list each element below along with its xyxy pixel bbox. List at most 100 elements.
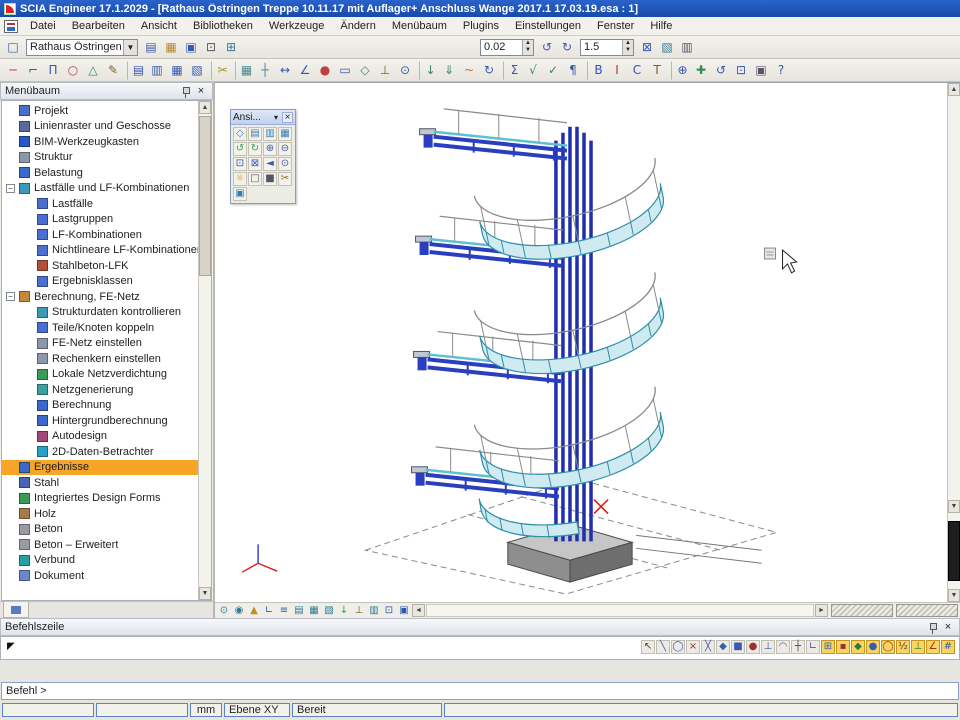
cursor-snap-icon[interactable]: ┼ xyxy=(791,640,805,654)
scroll-down-icon[interactable]: ▼ xyxy=(948,500,960,513)
command-output[interactable]: ◤ ↖╲◯×╳◆■●⊥◠┼∟⊞▪◆●◯½⊥∠# xyxy=(0,636,960,660)
line-icon[interactable]: ─ xyxy=(3,61,23,80)
profile-icon[interactable]: Π xyxy=(43,61,63,80)
check-icon[interactable]: ✓ xyxy=(543,61,563,80)
tree-item[interactable]: Holz xyxy=(2,506,198,522)
supports-display-icon[interactable]: ⊥ xyxy=(352,604,366,618)
view-panel-header[interactable]: Ansi... ▾ × xyxy=(231,110,295,125)
pin-icon[interactable] xyxy=(181,85,191,98)
ortho-icon[interactable]: ∟ xyxy=(806,640,820,654)
visibility-icon[interactable]: ◉ xyxy=(232,604,246,618)
hinge-icon[interactable]: ⊙ xyxy=(395,61,415,80)
dimension-icon[interactable]: ↔ xyxy=(275,61,295,80)
plate-icon[interactable]: ◇ xyxy=(355,61,375,80)
window-new-icon[interactable]: ▤ xyxy=(141,38,161,57)
undo-icon[interactable]: ↺ xyxy=(537,38,557,57)
tree-item[interactable]: Integriertes Design Forms xyxy=(2,491,198,507)
tree-item[interactable]: Beton xyxy=(2,522,198,538)
pan-icon[interactable]: ✚ xyxy=(691,61,711,80)
node-icon[interactable]: ● xyxy=(315,61,335,80)
calculation-icon[interactable]: Σ xyxy=(503,61,523,80)
tree-item[interactable]: Strukturdaten kontrollieren xyxy=(2,305,198,321)
tree-item[interactable]: Lastfälle xyxy=(2,196,198,212)
tree-item[interactable]: Projekt xyxy=(2,103,198,119)
menu-item[interactable]: Bibliotheken xyxy=(185,17,261,35)
scale-factor-spinner[interactable]: 1.5 ▲▼ xyxy=(580,39,634,56)
zoom-all-icon[interactable]: ⊠ xyxy=(637,38,657,57)
coord-system-icon[interactable]: ∟ xyxy=(262,604,276,618)
project-combo[interactable]: Rathaus Östringen ▼ xyxy=(26,39,138,56)
tree-item[interactable]: Autodesign xyxy=(2,429,198,445)
status-plane[interactable]: Ebene XY xyxy=(224,703,290,717)
perp2-snap-icon[interactable]: ⊥ xyxy=(911,640,925,654)
tree-item[interactable]: Lastfälle und LF-Kombinationen xyxy=(2,181,198,197)
arc-snap-icon[interactable]: ◠ xyxy=(776,640,790,654)
menu-item[interactable]: Fenster xyxy=(589,17,642,35)
calculator-icon[interactable]: ⊞ xyxy=(221,38,241,57)
delete-mode-icon[interactable]: × xyxy=(686,640,700,654)
command-input[interactable]: Befehl > xyxy=(1,682,959,700)
layers-icon[interactable]: ▧ xyxy=(657,38,677,57)
tree-item[interactable]: Stahl xyxy=(2,475,198,491)
scrollbar-thumb[interactable] xyxy=(948,521,960,581)
tree-item[interactable]: Lastgruppen xyxy=(2,212,198,228)
chevron-down-icon[interactable]: ▼ xyxy=(123,40,137,55)
paste-icon[interactable]: ▥ xyxy=(147,61,167,80)
surfaces-icon[interactable]: ▦ xyxy=(307,604,321,618)
midpoint-snap-icon[interactable]: ◆ xyxy=(716,640,730,654)
scroll-down-icon[interactable]: ▼ xyxy=(948,589,960,602)
tree-item[interactable]: 2D-Daten-Betrachter xyxy=(2,444,198,460)
circle-mode-icon[interactable]: ◯ xyxy=(671,640,685,654)
circle2-snap-icon[interactable]: ◯ xyxy=(881,640,895,654)
view-top-icon[interactable]: ▦ xyxy=(278,127,292,141)
tree-item[interactable]: Berechnung, FE-Netz xyxy=(2,289,198,305)
endpoint-snap-icon[interactable]: ■ xyxy=(731,640,745,654)
labels-icon[interactable]: ▤ xyxy=(292,604,306,618)
copy-icon[interactable]: ▤ xyxy=(127,61,147,80)
tree-item[interactable]: Verbund xyxy=(2,553,198,569)
document-system-icon[interactable] xyxy=(4,20,18,33)
rotate-right-icon[interactable]: ↻ xyxy=(248,142,262,156)
menu-item[interactable]: Bearbeiten xyxy=(64,17,133,35)
layers-visibility-icon[interactable]: ⊙ xyxy=(217,604,231,618)
circle-icon[interactable]: ○ xyxy=(63,61,83,80)
scroll-up-icon[interactable]: ▲ xyxy=(199,101,211,114)
mesh-size-spinner[interactable]: 0.02 ▲▼ xyxy=(480,39,534,56)
scroll-down-icon[interactable]: ▼ xyxy=(199,587,211,600)
zoom-out-icon[interactable]: ⊖ xyxy=(278,142,292,156)
concrete-icon[interactable]: C xyxy=(627,61,647,80)
scroll-right-icon[interactable]: ► xyxy=(815,604,828,617)
print-icon[interactable]: ⊡ xyxy=(201,38,221,57)
tree-scrollbar[interactable]: ▲ ▼ xyxy=(198,101,211,600)
expander-icon[interactable] xyxy=(6,184,15,193)
tree-item[interactable]: Linienraster und Geschosse xyxy=(2,119,198,135)
view-front-icon[interactable]: ▤ xyxy=(248,127,262,141)
zoom-selection-icon[interactable]: ⊙ xyxy=(278,157,292,171)
spinner-arrows-icon[interactable]: ▲▼ xyxy=(622,40,633,55)
grid-icon[interactable]: ▦ xyxy=(235,61,255,80)
zoom-window-icon[interactable]: ⊡ xyxy=(233,157,247,171)
axes-icon[interactable]: ┼ xyxy=(255,61,275,80)
spinner-arrows-icon[interactable]: ▲▼ xyxy=(522,40,533,55)
zoom-prev-icon[interactable]: ◄ xyxy=(263,157,277,171)
rotate-left-icon[interactable]: ↺ xyxy=(233,142,247,156)
node-snap-icon[interactable]: ● xyxy=(746,640,760,654)
steel-check-icon[interactable]: B xyxy=(587,61,607,80)
line-mode-icon[interactable]: ╲ xyxy=(656,640,670,654)
tree-item[interactable]: FE-Netz einstellen xyxy=(2,336,198,352)
fit-view-icon[interactable]: ⊡ xyxy=(731,61,751,80)
shading-icon[interactable]: ■ xyxy=(263,172,277,186)
scrollbar-track2[interactable] xyxy=(948,513,960,589)
ruler-icon[interactable]: ≡ xyxy=(277,604,291,618)
tree-item[interactable]: Stahlbeton-LFK xyxy=(2,258,198,274)
rendering-icon[interactable]: ▧ xyxy=(322,604,336,618)
close-icon[interactable]: × xyxy=(282,112,293,123)
triangle-icon[interactable]: △ xyxy=(83,61,103,80)
viewport-vscrollbar[interactable]: ▲ ▼ ▼ xyxy=(947,83,960,602)
support-icon[interactable]: ⊥ xyxy=(375,61,395,80)
polyline-icon[interactable]: ⌐ xyxy=(23,61,43,80)
close-icon[interactable]: × xyxy=(941,621,955,634)
status-unit[interactable]: mm xyxy=(190,703,222,717)
view-settings-icon[interactable]: ▣ xyxy=(233,187,247,201)
fast-adjust-icon[interactable]: ▣ xyxy=(397,604,411,618)
